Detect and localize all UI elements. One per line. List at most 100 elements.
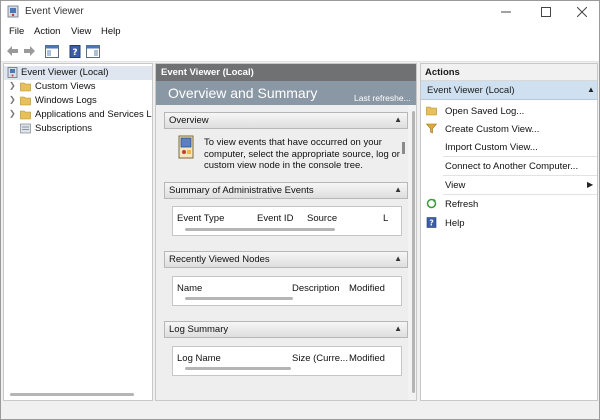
section-header-recent-nodes[interactable]: Recently Viewed Nodes ▲ [164, 251, 408, 268]
column-header-description[interactable]: Description [292, 283, 340, 294]
column-header-size[interactable]: Size (Curre... [292, 353, 348, 364]
tree-root-label: Event Viewer (Local) [21, 67, 109, 78]
maximize-icon [541, 7, 551, 17]
help-toolbar-button[interactable]: ? [67, 43, 83, 59]
event-log-icon [178, 135, 194, 159]
action-connect-to-another-computer[interactable]: Connect to Another Computer... [421, 157, 597, 175]
back-button[interactable] [4, 43, 20, 59]
show-hide-console-tree-button[interactable] [44, 43, 60, 59]
banner-title: Overview and Summary [168, 85, 318, 101]
column-header-modified[interactable]: Modified [349, 353, 385, 364]
help-book-icon: ? [69, 44, 81, 58]
tree-item-label: Applications and Services Log [35, 109, 153, 120]
column-header-log[interactable]: L [383, 213, 388, 224]
event-viewer-window: Event Viewer File Action View Help ? Eve… [0, 0, 600, 420]
collapse-caret-icon[interactable]: ▲ [394, 115, 402, 124]
tree-item-subscriptions[interactable]: Subscriptions [4, 122, 152, 136]
expand-arrow-icon[interactable]: ❯ [9, 81, 16, 90]
center-vertical-scrollbar[interactable] [408, 105, 416, 400]
center-pane-header: Event Viewer (Local) [156, 64, 416, 81]
action-label: View [445, 180, 466, 191]
scrollbar-thumb[interactable] [412, 111, 415, 393]
tree-item-windows-logs[interactable]: ❯ Windows Logs [4, 94, 152, 108]
tree-horizontal-scrollbar[interactable] [10, 393, 134, 396]
action-label: Open Saved Log... [445, 106, 525, 117]
column-header-log-name[interactable]: Log Name [177, 353, 221, 364]
menu-file[interactable]: File [9, 26, 24, 37]
tree-item-label: Subscriptions [35, 123, 93, 134]
forward-button[interactable] [21, 43, 37, 59]
actions-section-label: Event Viewer (Local) [427, 85, 515, 96]
overview-content: To view events that have occurred on you… [164, 130, 408, 174]
close-button[interactable] [565, 1, 599, 23]
menu-action[interactable]: Action [34, 26, 60, 37]
section-title: Summary of Administrative Events [169, 185, 314, 196]
action-view[interactable]: View ▶ [421, 176, 597, 194]
overview-description: To view events that have occurred on you… [204, 137, 400, 171]
expand-arrow-icon[interactable]: ❯ [9, 95, 16, 104]
forward-arrow-icon [23, 46, 35, 56]
menu-help[interactable]: Help [101, 26, 121, 37]
column-header-event-id[interactable]: Event ID [257, 213, 293, 224]
log-summary-scrollbar[interactable] [185, 367, 291, 370]
close-icon [577, 7, 587, 17]
overview-banner: Overview and Summary Last refreshe... [156, 81, 416, 105]
subscriptions-icon [20, 123, 31, 134]
actions-pane: Actions Event Viewer (Local) ▲ Open Save… [420, 63, 598, 401]
section-title: Overview [169, 115, 209, 126]
section-header-overview[interactable]: Overview ▲ [164, 112, 408, 129]
action-pane-icon [86, 44, 100, 58]
tree-item-applications-and-services-logs[interactable]: ❯ Applications and Services Log [4, 108, 153, 122]
collapse-caret-icon[interactable]: ▲ [394, 324, 402, 333]
column-header-source[interactable]: Source [307, 213, 337, 224]
action-refresh[interactable]: Refresh [421, 195, 597, 213]
admin-events-scrollbar[interactable] [185, 228, 335, 231]
tree-item-custom-views[interactable]: ❯ Custom Views [4, 80, 152, 94]
show-hide-action-pane-button[interactable] [85, 43, 101, 59]
recent-nodes-scrollbar[interactable] [185, 297, 293, 300]
minimize-icon [501, 11, 511, 13]
expand-arrow-icon[interactable]: ❯ [9, 109, 16, 118]
folder-icon [20, 110, 31, 120]
menu-bar: File Action View Help [1, 23, 599, 40]
action-open-saved-log[interactable]: Open Saved Log... [421, 102, 597, 120]
toolbar: ? [1, 40, 599, 62]
action-label: Connect to Another Computer... [445, 161, 579, 172]
status-bar [1, 403, 599, 419]
section-title: Recently Viewed Nodes [169, 254, 270, 265]
collapse-caret-icon[interactable]: ▲ [394, 185, 402, 194]
column-header-name[interactable]: Name [177, 283, 202, 294]
center-pane: Event Viewer (Local) Overview and Summar… [155, 63, 417, 401]
back-arrow-icon [6, 46, 18, 56]
action-label: Create Custom View... [445, 124, 540, 135]
folder-icon [20, 82, 31, 92]
action-help[interactable]: ? Help [421, 214, 597, 232]
section-header-admin-events[interactable]: Summary of Administrative Events ▲ [164, 182, 408, 199]
actions-section-event-viewer-local[interactable]: Event Viewer (Local) ▲ [421, 81, 597, 100]
section-header-log-summary[interactable]: Log Summary ▲ [164, 321, 408, 338]
action-label: Import Custom View... [445, 142, 538, 153]
column-header-modified[interactable]: Modified [349, 283, 385, 294]
minimize-button[interactable] [489, 1, 523, 23]
section-title: Log Summary [169, 324, 229, 335]
help-icon: ? [426, 217, 437, 228]
action-create-custom-view[interactable]: Create Custom View... [421, 120, 597, 138]
recent-nodes-table: Name Description Modified [172, 276, 402, 306]
tree-item-label: Custom Views [35, 81, 96, 92]
collapse-caret-icon[interactable]: ▲ [587, 85, 595, 94]
log-summary-table: Log Name Size (Curre... Modified [172, 346, 402, 376]
console-tree-icon [45, 44, 59, 58]
refresh-icon [426, 198, 437, 209]
svg-text:?: ? [429, 219, 433, 228]
last-refreshed-label: Last refreshe... [354, 93, 411, 103]
overview-scrollbar[interactable] [402, 142, 405, 154]
action-label: Help [445, 218, 465, 229]
action-import-custom-view[interactable]: Import Custom View... [421, 138, 597, 156]
collapse-caret-icon[interactable]: ▲ [394, 254, 402, 263]
menu-view[interactable]: View [71, 26, 91, 37]
actions-header: Actions [421, 64, 597, 81]
column-header-event-type[interactable]: Event Type [177, 213, 224, 224]
folder-icon [426, 106, 437, 116]
maximize-button[interactable] [529, 1, 563, 23]
tree-item-event-viewer-local[interactable]: Event Viewer (Local) [4, 66, 152, 80]
